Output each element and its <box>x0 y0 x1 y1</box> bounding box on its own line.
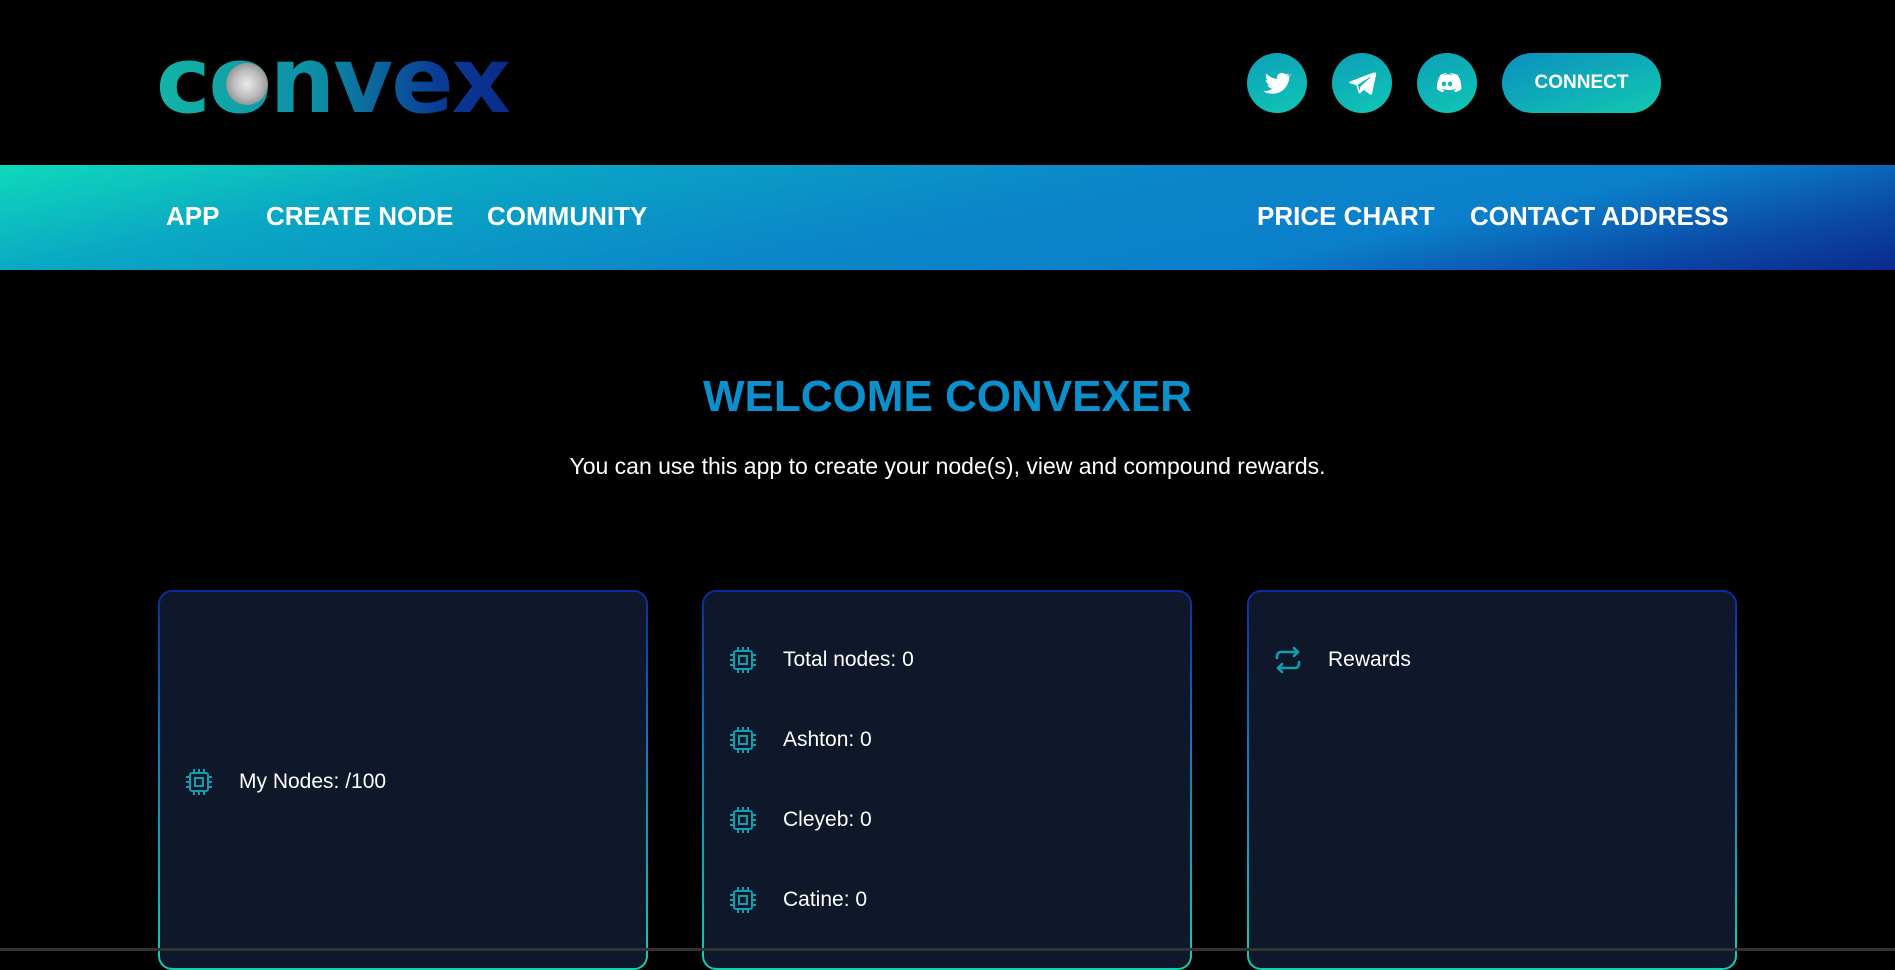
connect-button[interactable]: CONNECT <box>1502 53 1661 113</box>
catine-row: Catine: 0 <box>728 885 867 915</box>
catine-label: Catine: 0 <box>783 888 868 911</box>
page-subtitle: You can use this app to create your node… <box>569 453 1326 479</box>
nav-app[interactable]: APP <box>166 201 219 232</box>
node-totals-card: Total nodes: 0 Ashton: 0 Cleyeb: 0 Catin… <box>702 590 1192 970</box>
nav-contact-address[interactable]: CONTACT ADDRESS <box>1470 201 1729 232</box>
my-nodes-label: My Nodes: /100 <box>239 770 387 793</box>
ashton-label: Ashton: 0 <box>783 728 872 751</box>
my-nodes-row: My Nodes: /100 <box>184 767 386 797</box>
convex-logo[interactable]: convex <box>156 35 511 127</box>
discord-icon <box>1436 73 1462 93</box>
rewards-label: Rewards <box>1328 648 1411 671</box>
repeat-icon <box>1275 646 1301 674</box>
chip-icon <box>730 887 756 913</box>
logo-flower-icon <box>226 63 268 105</box>
telegram-button[interactable] <box>1332 53 1392 113</box>
logo-wordmark: convex <box>156 27 511 134</box>
discord-button[interactable] <box>1417 53 1477 113</box>
my-nodes-card: My Nodes: /100 <box>158 590 648 970</box>
chip-icon <box>730 647 756 673</box>
ashton-row: Ashton: 0 <box>728 725 872 755</box>
total-nodes-row: Total nodes: 0 <box>728 645 914 675</box>
twitter-icon <box>1263 72 1292 94</box>
rewards-row: Rewards <box>1273 645 1411 675</box>
top-header: convex CONNECT <box>0 0 1895 165</box>
chip-icon <box>730 807 756 833</box>
cleyeb-row: Cleyeb: 0 <box>728 805 872 835</box>
chip-icon <box>186 769 212 795</box>
chip-icon <box>730 727 756 753</box>
cleyeb-label: Cleyeb: 0 <box>783 808 872 831</box>
telegram-icon <box>1349 72 1377 95</box>
total-nodes-label: Total nodes: 0 <box>783 648 914 671</box>
page-title: WELCOME CONVEXER <box>703 372 1192 421</box>
rewards-card: Rewards <box>1247 590 1737 970</box>
main-nav: APP CREATE NODE COMMUNITY PRICE CHART CO… <box>0 165 1895 270</box>
twitter-button[interactable] <box>1247 53 1307 113</box>
nav-community[interactable]: COMMUNITY <box>487 201 647 232</box>
nav-price-chart[interactable]: PRICE CHART <box>1257 201 1435 232</box>
nav-create-node[interactable]: CREATE NODE <box>266 201 453 232</box>
